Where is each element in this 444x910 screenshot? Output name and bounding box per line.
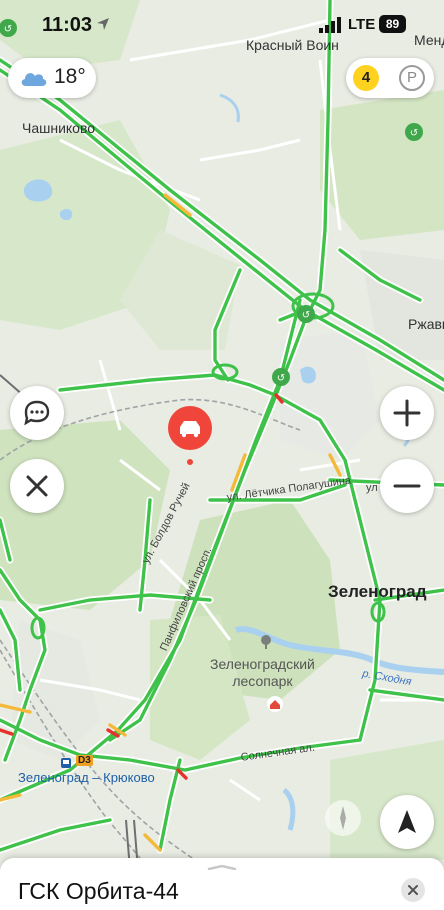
navigation-arrow-icon: [398, 810, 416, 833]
station-badge: D3: [76, 755, 93, 766]
battery-icon: 89: [379, 15, 406, 33]
park-label-line: Зеленоградский: [210, 656, 315, 672]
network-type: LTE: [348, 16, 376, 33]
house-icon: [267, 696, 283, 712]
chat-button[interactable]: [10, 386, 64, 440]
town-label: Чашниково: [22, 120, 96, 136]
place-card[interactable]: ГСК Орбита-44: [0, 858, 444, 910]
compass-icon: [325, 800, 361, 836]
location-arrow-icon: [97, 18, 109, 30]
city-label: Зеленоград: [328, 582, 427, 601]
park-label: Зеленоградский лесопарк: [210, 656, 315, 690]
traffic-level-button[interactable]: 4: [353, 65, 379, 91]
clock: 11:03: [42, 14, 93, 36]
minus-icon: [393, 484, 421, 488]
weather-widget[interactable]: 18°: [8, 58, 96, 98]
zoom-out-button[interactable]: [380, 459, 434, 513]
chat-icon: [24, 400, 50, 426]
town-label: Ржавк: [408, 316, 444, 332]
close-route-button[interactable]: [10, 459, 64, 513]
temperature: 18°: [54, 65, 86, 88]
street-label: ул: [366, 482, 378, 494]
close-icon: [408, 885, 418, 895]
close-icon: [26, 475, 48, 497]
close-card-button[interactable]: [401, 878, 425, 902]
park-label-line: лесопарк: [232, 673, 293, 689]
svg-text:↺: ↺: [302, 310, 310, 321]
zoom-in-button[interactable]: [380, 386, 434, 440]
parking-button[interactable]: P: [399, 65, 425, 91]
signal-icon: [319, 17, 341, 33]
cloud-icon: [21, 73, 47, 86]
status-bar: 11:03 LTE 89: [0, 0, 444, 50]
sheet-handle[interactable]: [207, 865, 237, 870]
station-label: Зеленоград – Крюково: [18, 770, 155, 785]
svg-text:↺: ↺: [410, 128, 418, 139]
svg-text:↺: ↺: [277, 373, 285, 384]
my-location-button[interactable]: [380, 795, 434, 849]
train-icon: [60, 756, 72, 774]
place-title: ГСК Орбита-44: [18, 878, 179, 904]
plus-icon: [393, 399, 421, 427]
layers-widget: 4 P: [346, 58, 434, 98]
